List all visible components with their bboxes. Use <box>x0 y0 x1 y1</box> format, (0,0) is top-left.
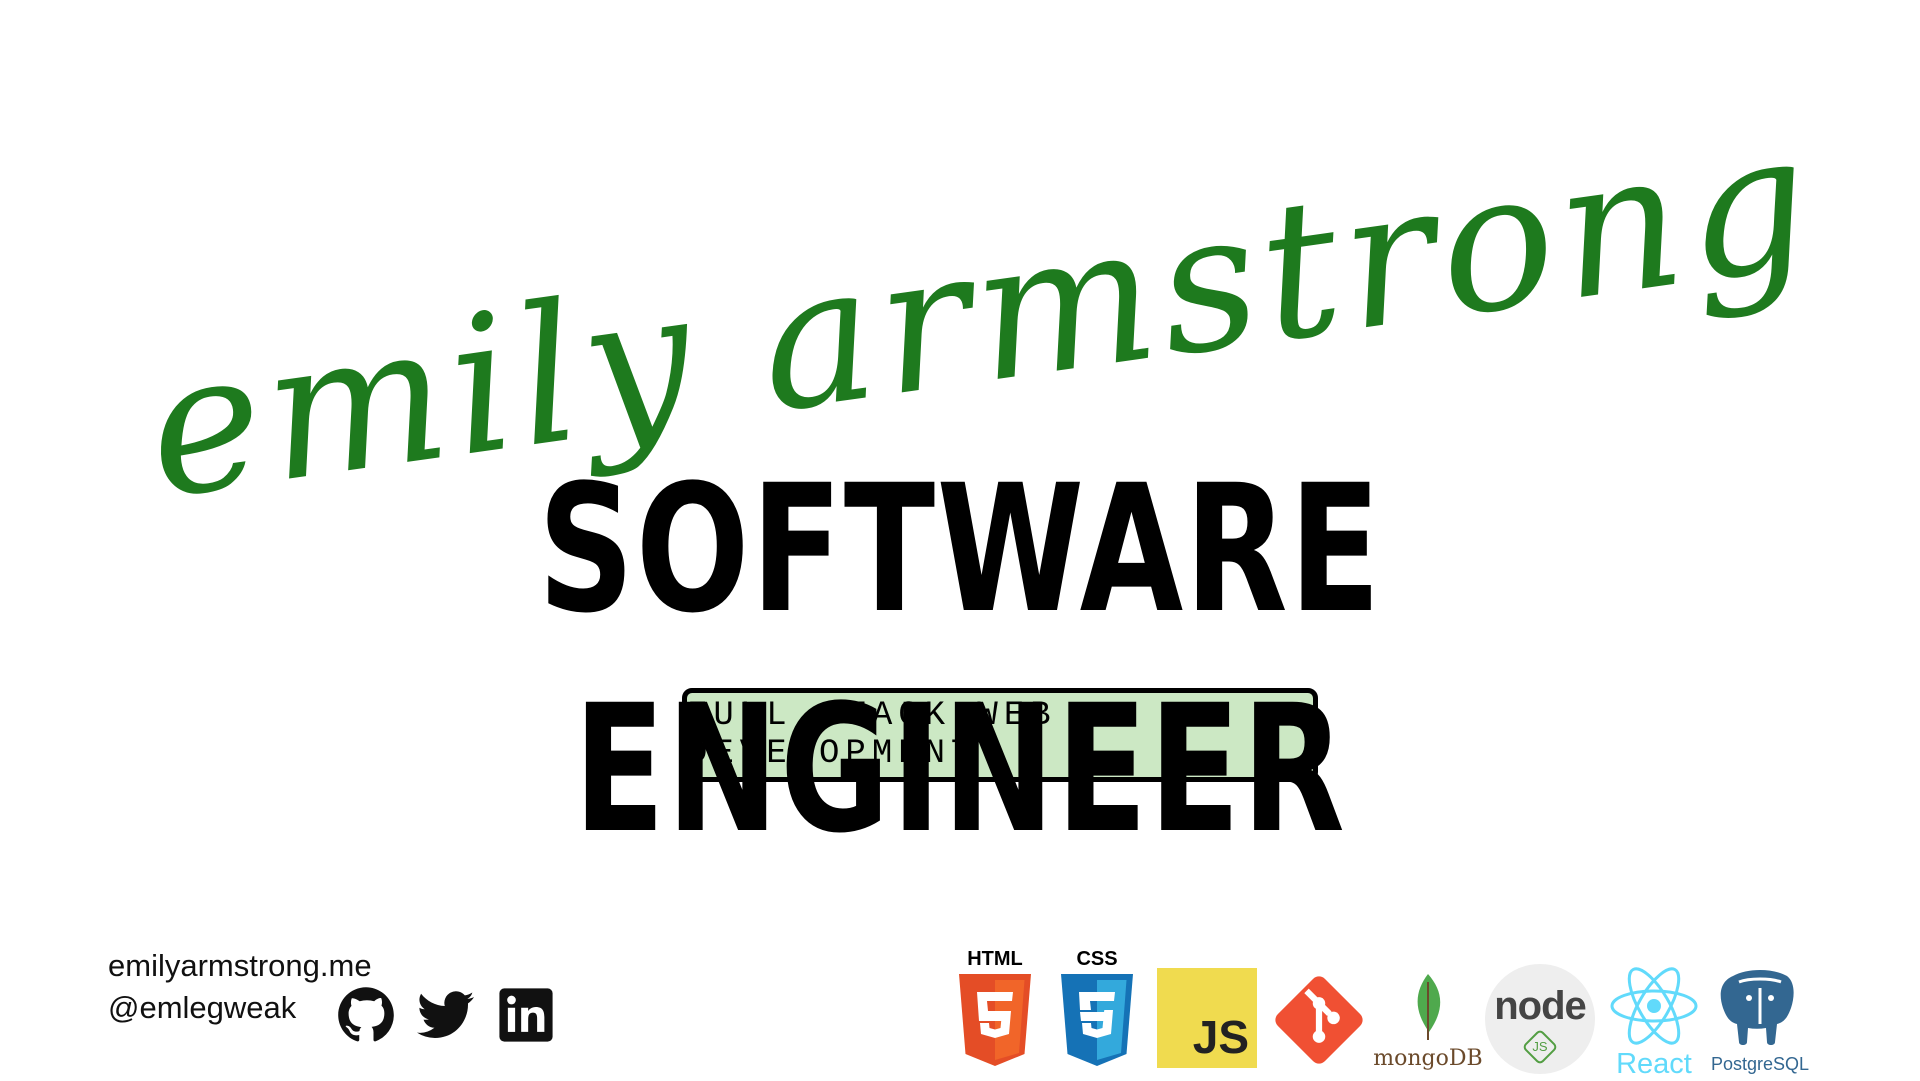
nodejs-logo: node JS <box>1485 964 1595 1074</box>
html5-logo: HTML <box>955 948 1035 1072</box>
contact-block: emilyarmstrong.me @emlegweak <box>108 945 372 1029</box>
javascript-logo: JS <box>1157 968 1257 1068</box>
social-icons <box>337 986 555 1044</box>
nodejs-sublabel: JS <box>1532 1039 1548 1054</box>
github-icon[interactable] <box>337 986 395 1044</box>
mongodb-leaf-icon <box>1417 974 1441 1040</box>
twitter-icon[interactable] <box>417 986 475 1044</box>
react-icon <box>1610 967 1698 1045</box>
website-link[interactable]: emilyarmstrong.me <box>108 945 372 987</box>
postgresql-label: PostgreSQL <box>1710 1054 1810 1074</box>
linkedin-icon[interactable] <box>497 986 555 1044</box>
nodejs-label: node <box>1494 984 1587 1028</box>
mongodb-logo: mongoDB <box>1373 972 1483 1071</box>
mongodb-label: mongoDB <box>1373 1046 1483 1071</box>
page-title: SOFTWARE ENGINEER <box>537 447 1383 872</box>
react-logo: React <box>1607 966 1701 1081</box>
css3-label: CSS <box>1076 948 1118 970</box>
javascript-label: JS <box>1192 1011 1249 1063</box>
postgresql-logo: PostgreSQL <box>1705 968 1815 1075</box>
postgresql-elephant-icon <box>1720 970 1794 1045</box>
css3-icon <box>1061 974 1133 1066</box>
css3-logo: CSS <box>1057 948 1137 1072</box>
html5-label: HTML <box>967 948 1023 970</box>
git-icon <box>1275 976 1363 1064</box>
html5-icon <box>959 974 1031 1066</box>
react-label: React <box>1616 1048 1692 1080</box>
social-handle: @emlegweak <box>108 990 297 1025</box>
